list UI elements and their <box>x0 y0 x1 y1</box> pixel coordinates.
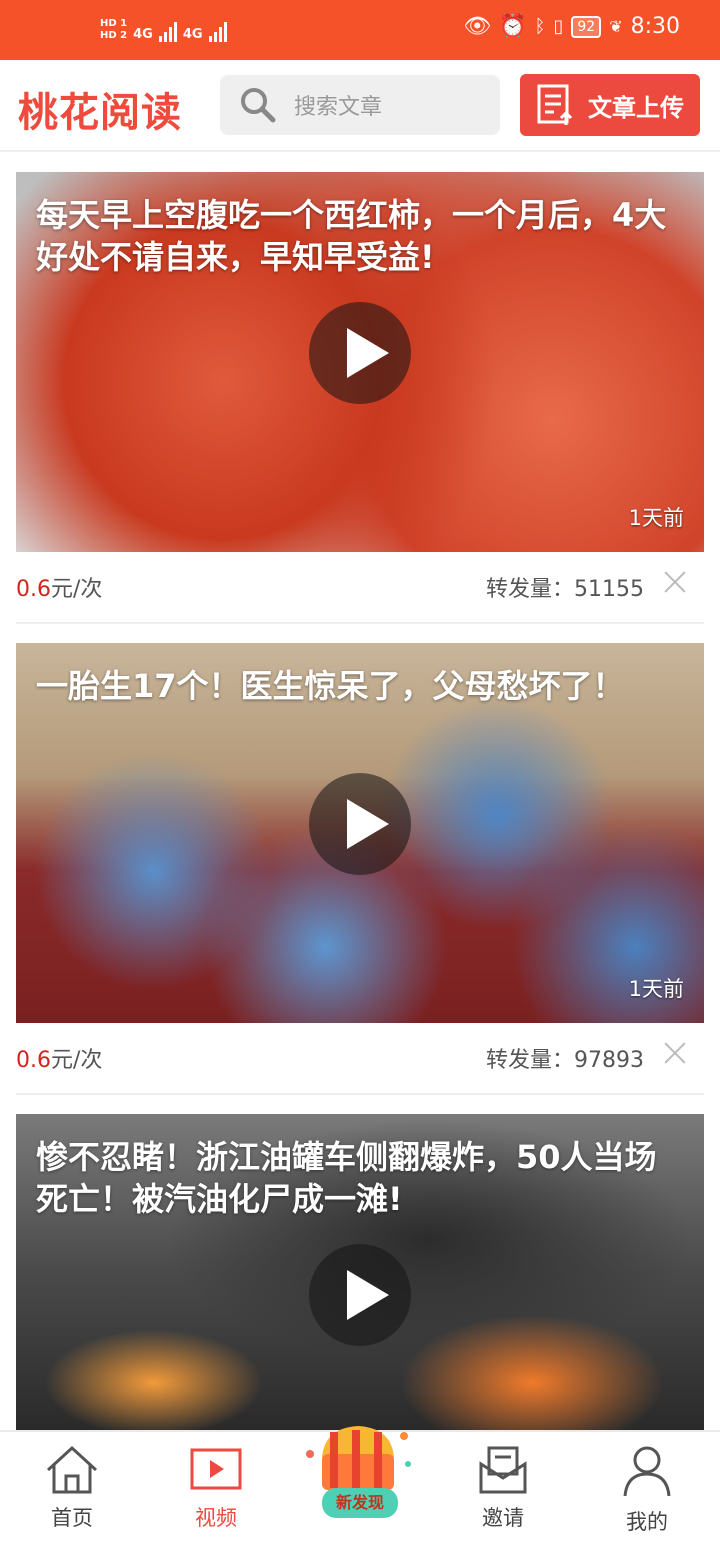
search-bar[interactable]: 搜索文章 <box>220 75 500 135</box>
status-bar: HD 1 HD 2 4G 4G 👁 ⏰ ᛒ ▯ 92 ❦ 8:30 <box>0 0 720 60</box>
status-icons: 👁 ⏰ ᛒ ▯ 92 ❦ 8:30 <box>463 14 680 39</box>
forward-count: 转发量：51155 <box>485 577 644 602</box>
leaf-icon: ❦ <box>609 17 623 36</box>
hd-indicator: HD 1 HD 2 <box>100 18 128 41</box>
article-upload-button[interactable]: 文章上传 <box>520 74 700 136</box>
play-icon[interactable] <box>309 302 411 404</box>
video-title: 每天早上空腹吃一个西红柿，一个月后，4大好处不请自来，早知早受益! <box>36 196 667 276</box>
signal-indicators: HD 1 HD 2 4G 4G <box>100 18 227 42</box>
signal-bars-icon <box>208 20 227 42</box>
video-title: 惨不忍睹！浙江油罐车侧翻爆炸，50人当场死亡！被汽油化尸成一滩! <box>36 1138 657 1218</box>
forward-count: 转发量：97893 <box>485 1048 644 1073</box>
discover-label: 新发现 <box>322 1488 398 1518</box>
tab-profile[interactable]: 我的 <box>597 1444 697 1536</box>
video-thumbnail[interactable]: 一胎生17个！医生惊呆了，父母愁坏了！ 1天前 <box>16 643 704 1023</box>
person-icon <box>623 1446 671 1497</box>
tab-home[interactable]: 首页 <box>22 1444 122 1532</box>
upload-label: 文章上传 <box>588 93 684 122</box>
tab-video[interactable]: 视频 <box>166 1444 266 1532</box>
home-icon <box>46 1445 98 1494</box>
reward-price: 0.6元/次 <box>16 577 103 602</box>
video-icon <box>190 1448 242 1490</box>
tab-discover[interactable]: 新发现 <box>300 1414 416 1534</box>
alarm-icon: ⏰ <box>499 14 527 39</box>
video-title: 一胎生17个！医生惊呆了，父母愁坏了！ <box>36 667 625 705</box>
card-meta: 0.6元/次 转发量：97893 <box>16 1023 704 1095</box>
video-thumbnail[interactable]: 惨不忍睹！浙江油罐车侧翻爆炸，50人当场死亡！被汽油化尸成一滩! <box>16 1114 704 1430</box>
signal-type-1: 4G <box>133 27 153 42</box>
signal-type-2: 4G <box>182 27 203 42</box>
play-icon[interactable] <box>309 1244 411 1346</box>
post-age: 1天前 <box>628 977 684 1001</box>
reward-price: 0.6元/次 <box>16 1048 103 1073</box>
bottom-tab-bar: 首页 视频 新发现 邀请 我的 <box>0 1426 720 1542</box>
app-header: 桃花阅读 搜索文章 文章上传 <box>0 60 720 152</box>
battery-icon: 92 <box>571 15 602 38</box>
play-icon[interactable] <box>309 773 411 875</box>
app-logo: 桃花阅读 <box>18 90 182 136</box>
bluetooth-icon: ᛒ <box>534 16 546 37</box>
video-thumbnail[interactable]: 每天早上空腹吃一个西红柿，一个月后，4大好处不请自来，早知早受益! 1天前 <box>16 172 704 552</box>
clock-time: 8:30 <box>630 14 680 39</box>
close-icon[interactable] <box>664 570 686 592</box>
post-age: 1天前 <box>628 506 684 530</box>
envelope-icon <box>479 1446 527 1494</box>
signal-bars-icon <box>158 20 177 42</box>
vibrate-icon: ▯ <box>553 16 564 37</box>
search-placeholder: 搜索文章 <box>294 95 383 120</box>
document-upload-icon <box>537 84 573 125</box>
tab-invite[interactable]: 邀请 <box>453 1444 553 1532</box>
card-meta: 0.6元/次 转发量：51155 <box>16 552 704 624</box>
eye-comfort-icon: 👁 <box>463 14 492 39</box>
search-icon <box>241 88 276 123</box>
close-icon[interactable] <box>664 1041 686 1063</box>
